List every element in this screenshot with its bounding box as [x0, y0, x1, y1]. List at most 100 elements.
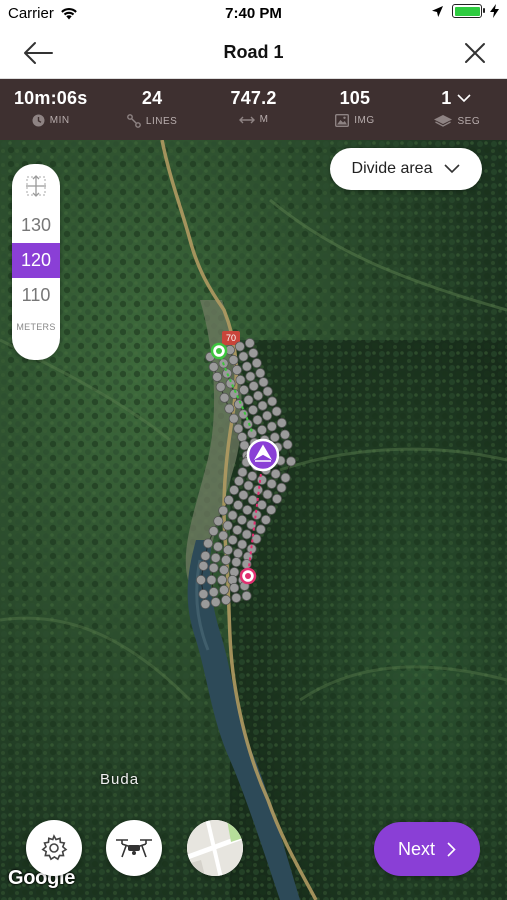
map-type-icon — [187, 820, 243, 876]
settings-icon — [41, 834, 68, 861]
waypoint-dot — [258, 377, 269, 388]
lines-value: 24 — [141, 88, 163, 108]
waypoint-dot — [222, 520, 233, 531]
waypoint-dot — [262, 489, 273, 500]
waypoint-dot — [243, 394, 254, 405]
start-point-dot — [216, 348, 222, 354]
waypoint-dot — [227, 534, 238, 545]
waypoint-dot — [244, 338, 255, 349]
waypoint-dot — [220, 554, 231, 565]
waypoint-dot — [222, 368, 233, 379]
images-unit: IMG — [354, 115, 375, 126]
altitude-option-110[interactable]: 110 — [12, 278, 60, 313]
waypoint-dot — [247, 494, 258, 505]
waypoint-dot — [256, 474, 267, 485]
waypoint-dot — [242, 504, 253, 515]
drone-icon — [116, 839, 152, 858]
divide-area-button[interactable]: Divide area — [330, 148, 482, 190]
map-view[interactable]: 70 Divide area 130 120 110 METERS Buda G… — [0, 140, 507, 900]
waypoint-dot — [241, 361, 252, 372]
waypoint-dot — [210, 552, 221, 563]
waypoint-dot — [234, 341, 245, 352]
waypoint-dot — [280, 472, 291, 483]
settings-button[interactable] — [26, 820, 82, 876]
waypoint-dot — [260, 514, 271, 525]
waypoint-dot — [255, 524, 266, 535]
location-arrow-icon — [432, 5, 443, 17]
altitude-option-130[interactable]: 130 — [12, 208, 60, 243]
waypoint-dot — [248, 381, 259, 392]
chevron-down-icon — [457, 94, 472, 103]
waypoint-dot — [243, 480, 254, 491]
waypoint-dot — [195, 574, 206, 585]
waypoint-dot — [245, 371, 256, 382]
waypoint-dot — [223, 495, 234, 506]
waypoint-dot — [255, 368, 266, 379]
waypoint-dot — [213, 516, 224, 527]
waypoint-dot — [235, 374, 246, 385]
waypoint-dot — [233, 423, 244, 434]
waypoint-dot — [239, 440, 250, 451]
waypoint-dot — [208, 526, 219, 537]
status-indicators — [431, 4, 499, 18]
waypoint-dot — [238, 384, 249, 395]
stat-images: 105 IMG — [304, 79, 405, 140]
waypoint-dot — [228, 354, 239, 365]
waypoint-dot — [222, 544, 233, 555]
waypoint-dot — [216, 574, 227, 585]
segment-selector[interactable]: 1 SEG — [406, 79, 507, 140]
waypoint-dot — [233, 500, 244, 511]
waypoint-dot — [224, 403, 235, 414]
stat-lines: 24 LINES — [101, 79, 202, 140]
images-value: 105 — [339, 88, 371, 108]
stat-distance: 747.2 M — [203, 79, 304, 140]
close-button[interactable] — [463, 41, 487, 65]
waypoint-dot — [227, 510, 238, 521]
close-icon — [465, 43, 485, 63]
lines-unit: LINES — [145, 115, 178, 127]
altitude-option-120[interactable]: 120 — [12, 243, 60, 278]
next-label: Next — [397, 838, 435, 859]
waypoint-dot — [262, 410, 273, 421]
drone-button[interactable] — [106, 820, 162, 876]
waypoint-dot — [236, 514, 247, 525]
waypoint-dot — [231, 592, 242, 603]
waypoint-dot — [253, 390, 264, 401]
stat-duration: 10m:06s MIN — [0, 79, 101, 140]
flight-path-overlay[interactable] — [0, 140, 507, 900]
waypoint-dot — [218, 564, 229, 575]
waypoint-dot — [215, 381, 226, 392]
distance-unit: M — [259, 114, 269, 125]
map-type-button[interactable] — [187, 820, 243, 876]
waypoint-dot — [229, 485, 240, 496]
charging-bolt-icon — [490, 4, 499, 18]
drone-position-icon — [246, 438, 280, 472]
waypoint-dot — [276, 482, 287, 493]
chevron-right-icon — [447, 841, 456, 857]
waypoint-dot — [238, 490, 249, 501]
waypoint-dot — [267, 396, 278, 407]
waypoint-dot — [266, 421, 277, 432]
waypoint-dot — [247, 404, 258, 415]
waypoint-dot — [228, 413, 239, 424]
waypoint-dot — [251, 358, 262, 369]
altitude-drag-handle[interactable] — [12, 164, 60, 208]
waypoint-dot — [247, 471, 258, 482]
divide-area-label: Divide area — [351, 160, 433, 177]
waypoint-dot — [198, 589, 209, 600]
chevron-down-icon — [444, 164, 461, 174]
waypoint-dot — [208, 587, 219, 598]
next-button[interactable]: Next — [374, 822, 480, 876]
waypoint-dot — [218, 584, 229, 595]
map-place-label: Buda — [100, 771, 140, 788]
waypoint-dot — [208, 562, 219, 573]
lines-icon — [127, 114, 141, 128]
waypoint-dot — [232, 548, 243, 559]
segment-value: 1 — [441, 88, 452, 108]
waypoint-dot — [218, 530, 229, 541]
waypoint-dot — [256, 499, 267, 510]
waypoint-dot — [212, 371, 223, 382]
battery-icon — [452, 4, 485, 18]
waypoint-dot — [252, 414, 263, 425]
waypoint-dot — [241, 590, 252, 601]
